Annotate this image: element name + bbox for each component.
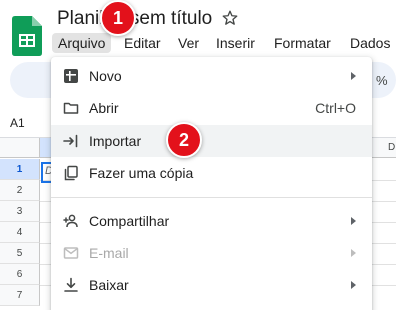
- file-menu-item-email: E-mail: [51, 237, 372, 269]
- folder-open-icon: [63, 102, 79, 114]
- column-header-d[interactable]: D: [388, 142, 395, 153]
- submenu-arrow-icon: [351, 217, 356, 225]
- download-icon: [64, 277, 78, 292]
- file-menu-dropdown: Novo Abrir Ctrl+O Importar Fazer uma cóp…: [51, 57, 372, 310]
- menu-separator: [51, 197, 372, 198]
- row-header[interactable]: 4: [0, 222, 40, 243]
- menu-inserir[interactable]: Inserir: [210, 33, 261, 53]
- shortcut-text: Ctrl+O: [315, 100, 356, 116]
- row-header[interactable]: 2: [0, 180, 40, 201]
- submenu-arrow-icon: [351, 281, 356, 289]
- row-header[interactable]: 7: [0, 285, 40, 306]
- step-badge-1: 1: [100, 0, 136, 36]
- copy-icon: [64, 165, 78, 181]
- import-icon: [63, 134, 78, 148]
- row-header[interactable]: 3: [0, 201, 40, 222]
- menu-bar: Arquivo Editar Ver Inserir Formatar Dado…: [48, 33, 396, 55]
- name-box[interactable]: A1: [10, 116, 25, 130]
- file-menu-item-novo[interactable]: Novo: [51, 60, 372, 92]
- submenu-arrow-icon: [351, 72, 356, 80]
- select-all-corner[interactable]: [0, 138, 40, 158]
- row-header[interactable]: 1: [0, 159, 40, 180]
- row-header[interactable]: 6: [0, 264, 40, 285]
- file-menu-item-importar[interactable]: Importar: [51, 125, 372, 157]
- row-header[interactable]: 5: [0, 243, 40, 264]
- person-add-icon: [63, 214, 78, 228]
- menu-dados[interactable]: Dados: [344, 33, 396, 53]
- google-sheets-logo-icon[interactable]: [12, 16, 42, 56]
- step-badge-2: 2: [166, 122, 202, 158]
- format-percent-button[interactable]: %: [376, 73, 388, 88]
- menu-formatar[interactable]: Formatar: [268, 33, 337, 53]
- file-menu-label: E-mail: [89, 245, 129, 261]
- menu-editar[interactable]: Editar: [118, 33, 167, 53]
- file-menu-label: Novo: [89, 68, 122, 84]
- file-menu-item-compartilhar[interactable]: Compartilhar: [51, 205, 372, 237]
- email-icon: [63, 247, 79, 259]
- menu-ver[interactable]: Ver: [172, 33, 205, 53]
- submenu-arrow-icon: [351, 249, 356, 257]
- file-menu-item-fazer-copia[interactable]: Fazer uma cópia: [51, 157, 372, 189]
- file-menu-label: Importar: [89, 133, 142, 149]
- file-menu-label: Compartilhar: [89, 213, 170, 229]
- file-menu-label: Abrir: [89, 100, 119, 116]
- file-menu-label: Fazer uma cópia: [89, 165, 194, 181]
- menu-arquivo[interactable]: Arquivo: [52, 33, 112, 53]
- star-outline-icon[interactable]: [221, 9, 239, 27]
- new-spreadsheet-icon: [64, 69, 78, 83]
- file-menu-item-baixar[interactable]: Baixar: [51, 269, 372, 301]
- file-menu-label: Baixar: [89, 277, 129, 293]
- file-menu-item-abrir[interactable]: Abrir Ctrl+O: [51, 92, 372, 124]
